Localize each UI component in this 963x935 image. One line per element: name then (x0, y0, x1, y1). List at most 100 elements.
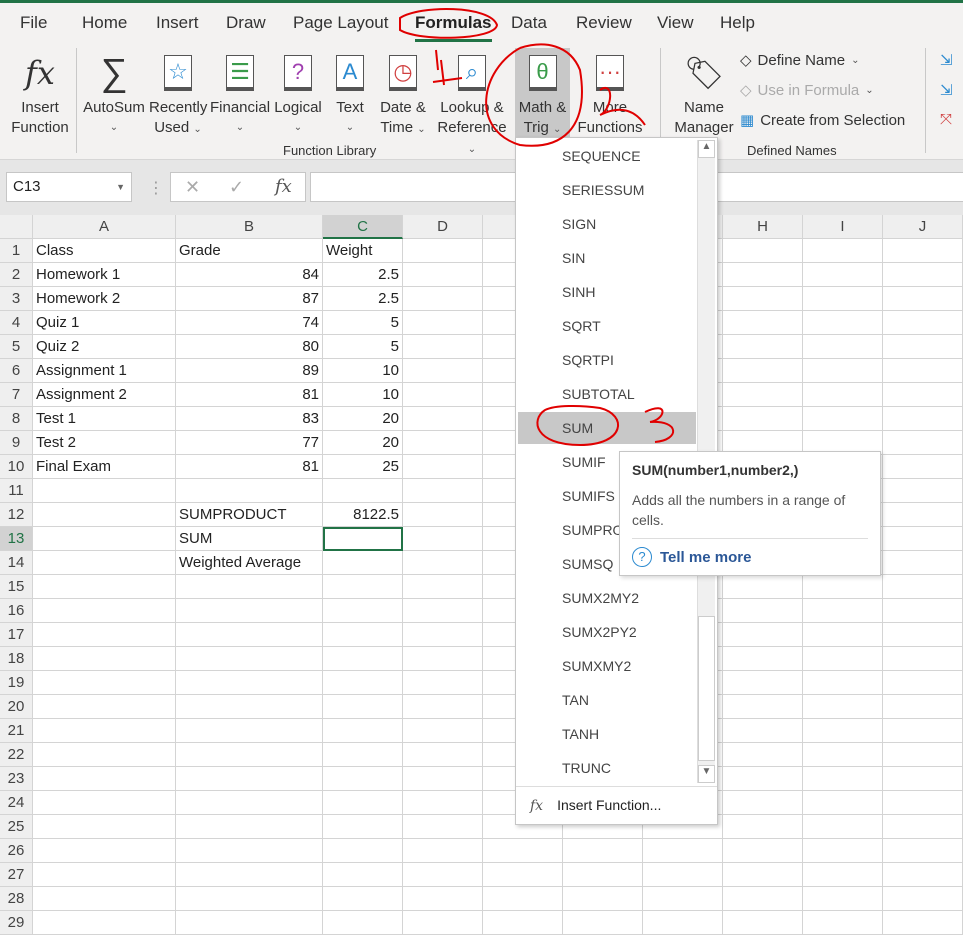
cell-H20[interactable] (723, 695, 803, 719)
cell-A18[interactable] (33, 647, 176, 671)
row-header[interactable]: 19 (0, 671, 33, 695)
cell-C15[interactable] (323, 575, 403, 599)
cell-D15[interactable] (403, 575, 483, 599)
cell-J8[interactable] (883, 407, 963, 431)
cell-D11[interactable] (403, 479, 483, 503)
function-item-sign[interactable]: SIGN (518, 208, 696, 240)
cell-B13[interactable]: SUM (176, 527, 323, 551)
scrollbar-thumb[interactable] (698, 616, 715, 761)
cell-B23[interactable] (176, 767, 323, 791)
tab-page-layout[interactable]: Page Layout (293, 13, 388, 33)
cell-B26[interactable] (176, 839, 323, 863)
cell-D5[interactable] (403, 335, 483, 359)
cell-G29[interactable] (643, 911, 723, 935)
cell-C17[interactable] (323, 623, 403, 647)
scroll-down-icon[interactable]: ▼ (698, 765, 715, 783)
cell-H22[interactable] (723, 743, 803, 767)
tab-file[interactable]: File (20, 13, 47, 33)
cell-A16[interactable] (33, 599, 176, 623)
cell-A11[interactable] (33, 479, 176, 503)
cell-I17[interactable] (803, 623, 883, 647)
row-header[interactable]: 1 (0, 239, 33, 263)
row-header[interactable]: 9 (0, 431, 33, 455)
cell-I28[interactable] (803, 887, 883, 911)
cell-A19[interactable] (33, 671, 176, 695)
cell-B29[interactable] (176, 911, 323, 935)
row-header[interactable]: 16 (0, 599, 33, 623)
insert-function-button[interactable]: fx Insert Function (8, 48, 72, 138)
cell-J20[interactable] (883, 695, 963, 719)
cell-I21[interactable] (803, 719, 883, 743)
row-header[interactable]: 25 (0, 815, 33, 839)
cell-F28[interactable] (563, 887, 643, 911)
function-item-tanh[interactable]: TANH (518, 718, 696, 750)
cell-H17[interactable] (723, 623, 803, 647)
cell-J1[interactable] (883, 239, 963, 263)
cell-I2[interactable] (803, 263, 883, 287)
cell-J16[interactable] (883, 599, 963, 623)
cell-H23[interactable] (723, 767, 803, 791)
cell-J6[interactable] (883, 359, 963, 383)
cell-C6[interactable]: 10 (323, 359, 403, 383)
cell-B22[interactable] (176, 743, 323, 767)
cell-D17[interactable] (403, 623, 483, 647)
cell-D6[interactable] (403, 359, 483, 383)
cell-H4[interactable] (723, 311, 803, 335)
cell-C11[interactable] (323, 479, 403, 503)
cell-I19[interactable] (803, 671, 883, 695)
cell-B7[interactable]: 81 (176, 383, 323, 407)
cell-H21[interactable] (723, 719, 803, 743)
cell-A27[interactable] (33, 863, 176, 887)
cell-E28[interactable] (483, 887, 563, 911)
row-header[interactable]: 28 (0, 887, 33, 911)
row-header[interactable]: 4 (0, 311, 33, 335)
row-header[interactable]: 6 (0, 359, 33, 383)
cell-J25[interactable] (883, 815, 963, 839)
cell-H29[interactable] (723, 911, 803, 935)
cell-G28[interactable] (643, 887, 723, 911)
function-item-sumxmy2[interactable]: SUMXMY2 (518, 650, 696, 682)
cell-A12[interactable] (33, 503, 176, 527)
cell-C14[interactable] (323, 551, 403, 575)
cell-C21[interactable] (323, 719, 403, 743)
cell-H24[interactable] (723, 791, 803, 815)
recently-used-button[interactable]: ☆ Recently Used ⌄ (149, 48, 207, 140)
cell-A10[interactable]: Final Exam (33, 455, 176, 479)
cell-C1[interactable]: Weight (323, 239, 403, 263)
selected-cell[interactable] (323, 527, 403, 551)
cell-J29[interactable] (883, 911, 963, 935)
cell-D7[interactable] (403, 383, 483, 407)
cell-D14[interactable] (403, 551, 483, 575)
cell-D12[interactable] (403, 503, 483, 527)
cell-J27[interactable] (883, 863, 963, 887)
cell-D16[interactable] (403, 599, 483, 623)
function-item-tan[interactable]: TAN (518, 684, 696, 716)
tab-view[interactable]: View (657, 13, 694, 33)
cell-D23[interactable] (403, 767, 483, 791)
cell-C7[interactable]: 10 (323, 383, 403, 407)
column-header-C[interactable]: C (323, 215, 403, 239)
cell-B1[interactable]: Grade (176, 239, 323, 263)
column-header-J[interactable]: J (883, 215, 963, 239)
cell-B25[interactable] (176, 815, 323, 839)
cell-C10[interactable]: 25 (323, 455, 403, 479)
row-header[interactable]: 12 (0, 503, 33, 527)
row-header[interactable]: 2 (0, 263, 33, 287)
function-item-sinh[interactable]: SINH (518, 276, 696, 308)
cell-H7[interactable] (723, 383, 803, 407)
cell-I20[interactable] (803, 695, 883, 719)
cell-I23[interactable] (803, 767, 883, 791)
cell-A7[interactable]: Assignment 2 (33, 383, 176, 407)
cell-B20[interactable] (176, 695, 323, 719)
cell-D8[interactable] (403, 407, 483, 431)
row-header[interactable]: 15 (0, 575, 33, 599)
cell-F29[interactable] (563, 911, 643, 935)
cell-D25[interactable] (403, 815, 483, 839)
row-header[interactable]: 29 (0, 911, 33, 935)
cell-J7[interactable] (883, 383, 963, 407)
cell-A4[interactable]: Quiz 1 (33, 311, 176, 335)
tab-formulas[interactable]: Formulas (415, 13, 492, 42)
cell-E29[interactable] (483, 911, 563, 935)
tab-help[interactable]: Help (720, 13, 755, 33)
name-manager-button[interactable]: 🏷 Name Manager (672, 48, 736, 138)
